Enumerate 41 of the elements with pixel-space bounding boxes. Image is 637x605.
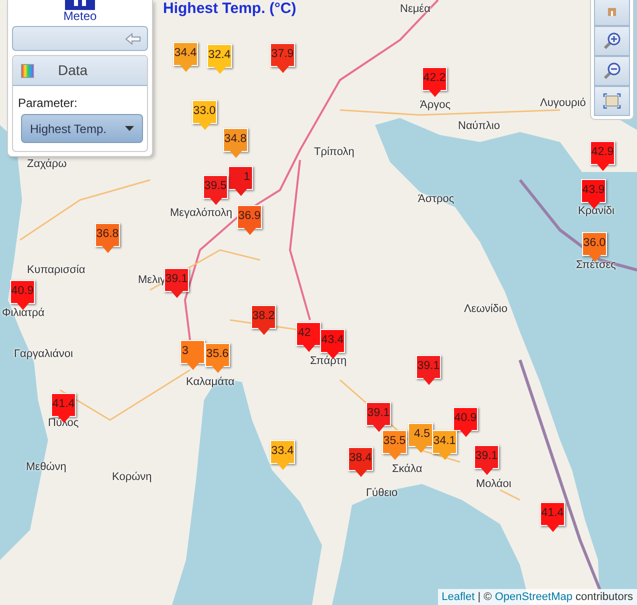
openstreetmap-link[interactable]: OpenStreetMap: [494, 590, 572, 602]
logo-text: Meteo: [63, 10, 97, 22]
map-title: Highest Temp. (°C): [163, 0, 296, 19]
zoom-in-icon: [602, 30, 622, 51]
place-label: Λυγουριό: [540, 98, 586, 109]
place-label: Κυπαρισσία: [27, 265, 86, 276]
parameter-select[interactable]: Highest Temp.: [21, 114, 143, 143]
leaflet-link[interactable]: Leaflet: [442, 590, 475, 602]
extent-icon: [603, 92, 621, 109]
place-label: Φιλιατρά: [2, 308, 44, 319]
place-label: Μεθώνη: [26, 462, 66, 473]
place-label: Γύθειο: [366, 488, 398, 499]
place-label: Άστρος: [418, 194, 454, 205]
place-label: Μελιγ: [138, 275, 166, 286]
parameter-label: Parameter:: [18, 95, 78, 112]
place-label: Καλαμάτα: [186, 377, 235, 388]
attribution-separator: | ©: [476, 590, 493, 602]
place-label: Σπέτσες: [576, 260, 616, 271]
house-icon: [607, 6, 617, 16]
attribution-text: contributors: [574, 590, 633, 602]
place-label: Μολάοι: [476, 479, 512, 490]
zoom-out-icon: [602, 60, 622, 81]
place-label: Ζαχάρω: [27, 159, 67, 170]
place-label: Σπάρτη: [310, 356, 347, 367]
zoom-out-button[interactable]: [594, 56, 630, 86]
data-button[interactable]: Data: [13, 56, 147, 86]
place-label: Μεγαλόπολη: [170, 208, 232, 219]
place-label: Ναύπλιο: [458, 121, 500, 132]
caret-icon: [125, 126, 134, 131]
place-label: Κρανίδι: [578, 206, 614, 217]
color-palette-icon: [21, 64, 34, 78]
arrow-left-icon: [125, 32, 141, 44]
place-label: Σκάλα: [392, 464, 422, 475]
place-label: Κορώνη: [112, 472, 152, 483]
place-label: Λεωνίδιο: [464, 304, 508, 315]
zoom-in-button[interactable]: [594, 26, 630, 56]
place-label: Τρίπολη: [314, 147, 354, 158]
place-label: Γαργαλιάνοι: [14, 349, 73, 360]
fit-extent-button[interactable]: [594, 86, 630, 116]
place-label: Νεμέα: [400, 4, 430, 15]
place-label: Άργος: [420, 100, 451, 111]
